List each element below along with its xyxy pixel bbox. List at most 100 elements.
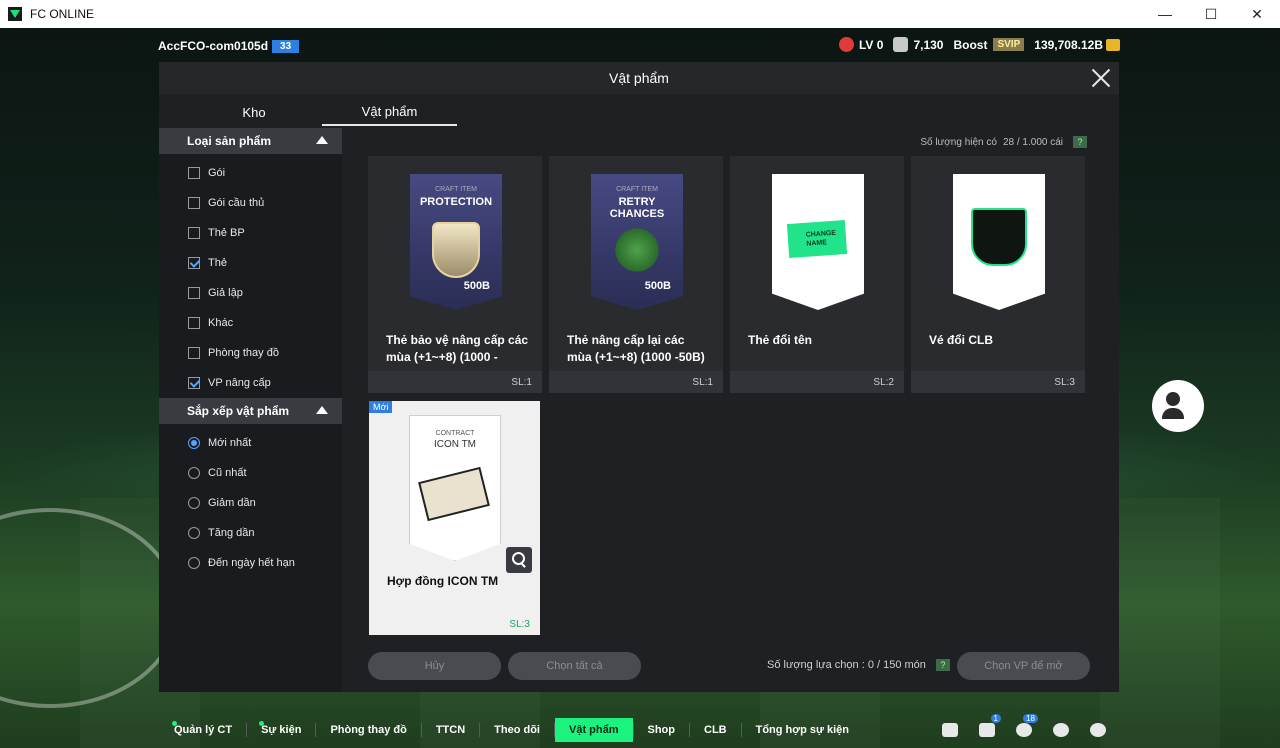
svip-badge: SVIP	[993, 38, 1025, 51]
minimize-button[interactable]: —	[1142, 0, 1188, 28]
gear-shape	[1090, 723, 1106, 737]
settings-gear-icon[interactable]	[1088, 720, 1108, 740]
checkbox-icon	[188, 167, 200, 179]
item-card-rename[interactable]: CHANGE NAME Thẻ đổi tên SL:2	[730, 156, 904, 393]
boost-stat[interactable]: Boost SVIP	[953, 38, 1025, 52]
nav-label: Vật phẩm	[568, 724, 619, 736]
nav-vat-pham[interactable]: Vật phẩm	[554, 718, 633, 742]
panel-close-icon[interactable]	[1089, 66, 1113, 90]
filter-the-bp[interactable]: Thẻ BP	[159, 218, 342, 248]
sort-label: Tăng dần	[208, 527, 255, 539]
window-close-button[interactable]: ✕	[1234, 0, 1280, 28]
sad-face-icon	[838, 37, 854, 52]
sort-header[interactable]: Sắp xếp vật phẩm	[159, 398, 342, 424]
art-title: RETRY CHANCES	[609, 196, 665, 220]
filter-vp-nang-cap[interactable]: VP nâng cấp	[159, 368, 342, 398]
window-controls: — ☐ ✕	[1142, 0, 1280, 28]
item-card-club-change[interactable]: Vé đổi CLB SL:3	[911, 156, 1085, 393]
lv-stat[interactable]: LV 0	[838, 37, 883, 52]
item-name: Thẻ đổi tên	[748, 333, 812, 347]
item-card-protection[interactable]: CRAFT ITEM PROTECTION 500B Thẻ bảo vệ nâ…	[368, 156, 542, 393]
rename-card-art: CHANGE NAME	[772, 174, 864, 310]
account-name: AccFCO-com0105d	[158, 39, 269, 53]
currency-stats: LV 0 7,130 Boost SVIP 139,708.12B	[829, 37, 1120, 52]
filter-label: Gói	[208, 167, 226, 179]
product-type-header[interactable]: Loại sản phẩm	[159, 128, 342, 154]
filter-phong-thay-do[interactable]: Phòng thay đồ	[159, 338, 342, 368]
open-selected-button[interactable]: Chọn VP để mở	[957, 652, 1090, 680]
nav-phong-thay-do[interactable]: Phòng thay đồ	[316, 718, 420, 742]
filter-label: VP nâng cấp	[208, 377, 271, 389]
sort-label: Mới nhất	[208, 437, 252, 449]
radio-icon	[188, 497, 200, 509]
window-titlebar: FC ONLINE — ☐ ✕	[0, 0, 1280, 28]
nav-tong-hop-su-kien[interactable]: Tổng hợp sự kiện	[742, 718, 863, 742]
capacity-help-icon[interactable]: ?	[1073, 136, 1087, 148]
tab-kho[interactable]: Kho	[183, 98, 325, 126]
points-stat[interactable]: 7,130	[893, 37, 943, 52]
panel-tabs: Kho Vật phẩm	[159, 98, 479, 126]
profile-shape	[1053, 723, 1069, 737]
item-name: Hợp đồng ICON TM	[387, 574, 499, 588]
bell-icon[interactable]: 18	[1014, 714, 1038, 740]
bp-stat[interactable]: 139,708.12B	[1034, 38, 1120, 52]
inventory-capacity: Số lượng hiện có 28 / 1.000 cái ?	[920, 136, 1087, 148]
bp-value: 139,708.12B	[1034, 37, 1103, 52]
nav-clb[interactable]: CLB	[690, 718, 741, 742]
sort-tang-dan[interactable]: Tăng dần	[159, 518, 342, 548]
tab-vat-pham[interactable]: Vật phẩm	[322, 98, 457, 126]
nav-ttcn[interactable]: TTCN	[422, 718, 479, 742]
art-value: 500B	[644, 280, 671, 292]
chat-icon[interactable]	[940, 720, 960, 740]
radio-icon	[188, 557, 200, 569]
sort-label: Đến ngày hết hạn	[208, 557, 295, 569]
rename-ticket-icon: CHANGE NAME	[786, 220, 848, 258]
nav-label: Tổng hợp sự kiện	[755, 724, 850, 736]
capacity-label: Số lượng hiện có	[920, 136, 997, 148]
nav-label: Theo dõi	[494, 724, 540, 736]
filter-khac[interactable]: Khác	[159, 308, 342, 338]
collapse-arrow-icon	[316, 136, 328, 144]
cancel-button[interactable]: Hủy	[368, 652, 501, 680]
filter-goi[interactable]: Gói	[159, 158, 342, 188]
nav-theo-doi[interactable]: Theo dõi	[480, 718, 554, 742]
filter-label: Thẻ BP	[208, 227, 245, 239]
selection-count: Số lượng lựa chọn : 0 / 150 món ?	[767, 659, 950, 671]
nav-quan-ly-ct[interactable]: Quản lý CT	[160, 718, 246, 742]
filter-the[interactable]: Thẻ	[159, 248, 342, 278]
product-type-title: Loại sản phẩm	[187, 134, 272, 148]
sort-den-ngay-het-han[interactable]: Đến ngày hết hạn	[159, 548, 342, 578]
selection-help-icon[interactable]: ?	[935, 659, 950, 671]
filter-gia-lap[interactable]: Giả lập	[159, 278, 342, 308]
retry-arrows-icon	[611, 226, 663, 274]
nav-su-kien[interactable]: Sự kiện	[247, 718, 315, 742]
account-level-badge: 33	[272, 39, 300, 53]
filter-label: Thẻ	[208, 257, 227, 269]
nav-label: TTCN	[435, 724, 466, 736]
sort-label: Cũ nhất	[208, 467, 247, 479]
checkbox-icon	[188, 227, 200, 239]
radio-selected-icon	[188, 437, 200, 449]
filter-goi-cau-thu[interactable]: Gói cầu thủ	[159, 188, 342, 218]
sort-cu-nhat[interactable]: Cũ nhất	[159, 458, 342, 488]
nav-shop[interactable]: Shop	[634, 718, 690, 742]
item-card-retry[interactable]: CRAFT ITEM RETRY CHANCES 500B Thẻ nâng c…	[549, 156, 723, 393]
checkbox-icon	[188, 197, 200, 209]
items-panel: Vật phẩm Kho Vật phẩm Loại sản phẩm Gói …	[159, 62, 1119, 692]
sort-moi-nhat[interactable]: Mới nhất	[159, 428, 342, 458]
top-status-bar: AccFCO-com0105d 33 LV 0 7,130 Boost SVIP …	[0, 28, 1280, 62]
item-name: Thẻ bảo vệ nâng cấp các mùa (+1~+8) (100…	[386, 333, 529, 364]
maximize-button[interactable]: ☐	[1188, 0, 1234, 28]
profile-icon[interactable]	[1051, 720, 1071, 740]
sort-list: Mới nhất Cũ nhất Giảm dần Tăng dần Đến n…	[159, 424, 342, 578]
item-card-icon-contract[interactable]: Mới CONTRACT ICON TM Hợp đồng ICON TM SL…	[369, 401, 540, 635]
home-icon[interactable]: 1	[977, 714, 1001, 740]
select-all-button[interactable]: Chọn tất cả	[508, 652, 641, 680]
support-chat-icon[interactable]	[1152, 380, 1204, 432]
art-text: CHANGE NAME	[805, 229, 837, 248]
bell-shape	[1016, 723, 1032, 737]
filter-label: Khác	[208, 317, 234, 329]
zoom-icon[interactable]	[506, 547, 532, 573]
item-quantity: SL:2	[730, 371, 904, 393]
sort-giam-dan[interactable]: Giảm dần	[159, 488, 342, 518]
